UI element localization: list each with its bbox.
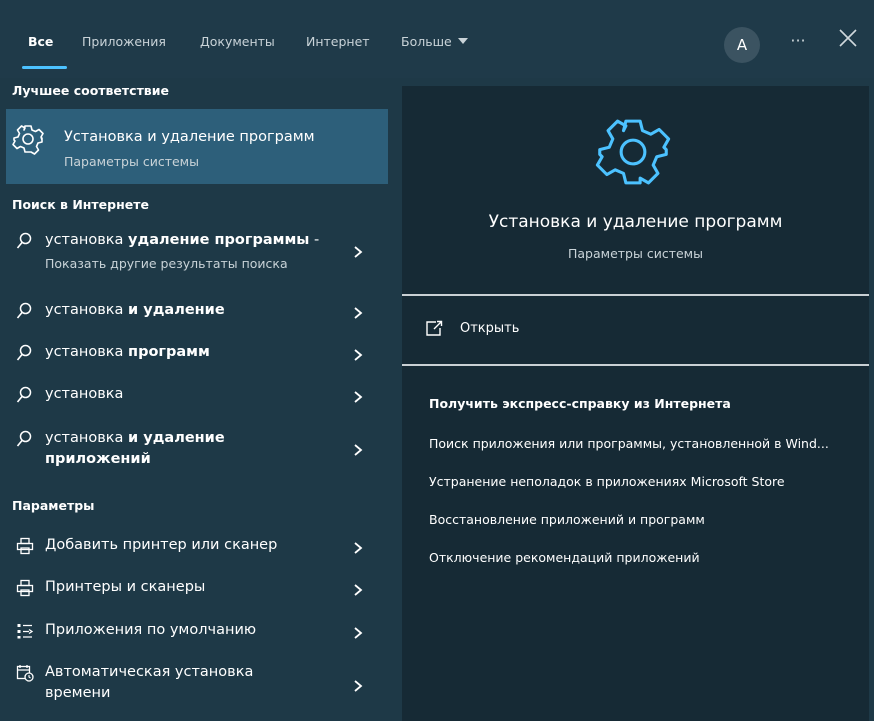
label-line1: Автоматическая установка — [45, 664, 254, 680]
preview-title: Установка и удаление программ — [488, 212, 783, 232]
help-link-1[interactable]: Поиск приложения или программы, установл… — [429, 436, 829, 451]
tab-more-label: Больше — [401, 34, 452, 49]
chevron-right-icon — [352, 347, 364, 361]
web-result-2[interactable]: установка и удаление — [6, 296, 388, 328]
web-result-3[interactable]: установка программ — [6, 338, 388, 370]
settings-result-3[interactable]: Приложения по умолчанию — [6, 615, 388, 647]
chevron-right-icon — [352, 582, 364, 596]
divider — [402, 364, 869, 366]
open-button[interactable]: Открыть — [424, 318, 624, 342]
query-match-line2: приложений — [45, 451, 151, 467]
best-match-subtitle: Параметры системы — [64, 154, 199, 169]
settings-result-1[interactable]: Добавить принтер или сканер — [6, 530, 388, 562]
tab-internet[interactable]: Интернет — [306, 34, 370, 49]
chevron-right-icon — [352, 625, 364, 639]
query-text: установка — [45, 302, 129, 318]
chevron-right-icon — [352, 678, 364, 692]
settings-result-1-label: Добавить принтер или сканер — [45, 537, 278, 553]
search-filter-bar: Все Приложения Документы Интернет Больше… — [0, 0, 874, 78]
chevron-right-icon — [352, 389, 364, 403]
preview-pane: Установка и удаление программ Параметры … — [402, 86, 869, 721]
web-result-2-text: установка и удаление — [45, 300, 225, 321]
query-match: и удаление — [128, 302, 225, 318]
settings-result-3-label: Приложения по умолчанию — [45, 622, 257, 638]
settings-result-4[interactable]: Автоматическая установка времени — [6, 656, 388, 710]
web-result-4-text: установка — [45, 386, 124, 402]
section-best-match: Лучшее соответствие — [12, 83, 169, 98]
query-match: удаление программы — [128, 232, 310, 248]
printer-icon — [16, 579, 34, 601]
chevron-down-icon — [457, 38, 468, 44]
chevron-right-icon — [352, 244, 364, 258]
chevron-right-icon — [352, 540, 364, 554]
tab-all[interactable]: Все — [28, 34, 53, 49]
close-icon — [839, 29, 857, 47]
web-result-1-text: установка удаление программы - — [45, 230, 319, 251]
settings-result-2-label: Принтеры и сканеры — [45, 579, 206, 595]
search-icon — [16, 344, 32, 366]
search-icon — [16, 232, 32, 254]
query-text: установка — [45, 430, 129, 446]
help-heading: Получить экспресс-справку из Интернета — [429, 396, 731, 411]
default-apps-icon — [16, 622, 34, 644]
help-link-4[interactable]: Отключение рекомендаций приложений — [429, 550, 700, 565]
web-result-3-text: установка программ — [45, 342, 210, 363]
gear-icon — [12, 123, 44, 159]
best-match-item[interactable]: Установка и удаление программ Параметры … — [6, 109, 388, 184]
web-result-1[interactable]: установка удаление программы - Показать … — [6, 222, 388, 278]
calendar-clock-icon — [16, 664, 34, 686]
close-button[interactable] — [836, 26, 860, 50]
tab-documents[interactable]: Документы — [200, 34, 275, 49]
results-list: Лучшее соответствие Установка и удаление… — [0, 78, 400, 721]
settings-result-2[interactable]: Принтеры и сканеры — [6, 572, 388, 604]
query-match: программ — [128, 344, 210, 360]
active-tab-indicator — [22, 66, 67, 69]
account-avatar[interactable]: A — [724, 27, 760, 63]
search-icon — [16, 386, 32, 408]
preview-subtitle: Параметры системы — [568, 246, 703, 261]
query-suffix: - — [309, 232, 320, 248]
section-settings: Параметры — [12, 498, 95, 513]
help-link-2[interactable]: Устранение неполадок в приложениях Micro… — [429, 474, 785, 489]
search-icon — [16, 302, 32, 324]
best-match-title: Установка и удаление программ — [64, 129, 315, 145]
web-result-5[interactable]: установка и удаление приложений — [6, 424, 388, 476]
printer-icon — [16, 537, 34, 559]
tab-more[interactable]: Больше — [401, 34, 468, 49]
query-match: и удаление — [128, 430, 225, 446]
chevron-right-icon — [352, 305, 364, 319]
open-label: Открыть — [460, 321, 520, 336]
chevron-right-icon — [352, 442, 364, 456]
web-result-4[interactable]: установка — [6, 380, 388, 412]
query-text: установка — [45, 232, 129, 248]
label-line2: времени — [45, 685, 111, 701]
settings-result-4-label: Автоматическая установка времени — [45, 662, 253, 704]
web-result-5-text: установка и удаление приложений — [45, 428, 225, 470]
query-text: установка — [45, 344, 129, 360]
help-link-3[interactable]: Восстановление приложений и программ — [429, 512, 705, 527]
open-external-icon — [426, 320, 443, 336]
search-icon — [16, 430, 32, 452]
divider — [402, 294, 869, 296]
tab-apps[interactable]: Приложения — [82, 34, 166, 49]
web-result-1-subtitle: Показать другие результаты поиска — [45, 256, 288, 271]
gear-icon — [595, 114, 671, 194]
more-options-button[interactable]: ··· — [783, 28, 813, 58]
section-web-search: Поиск в Интернете — [12, 197, 149, 212]
